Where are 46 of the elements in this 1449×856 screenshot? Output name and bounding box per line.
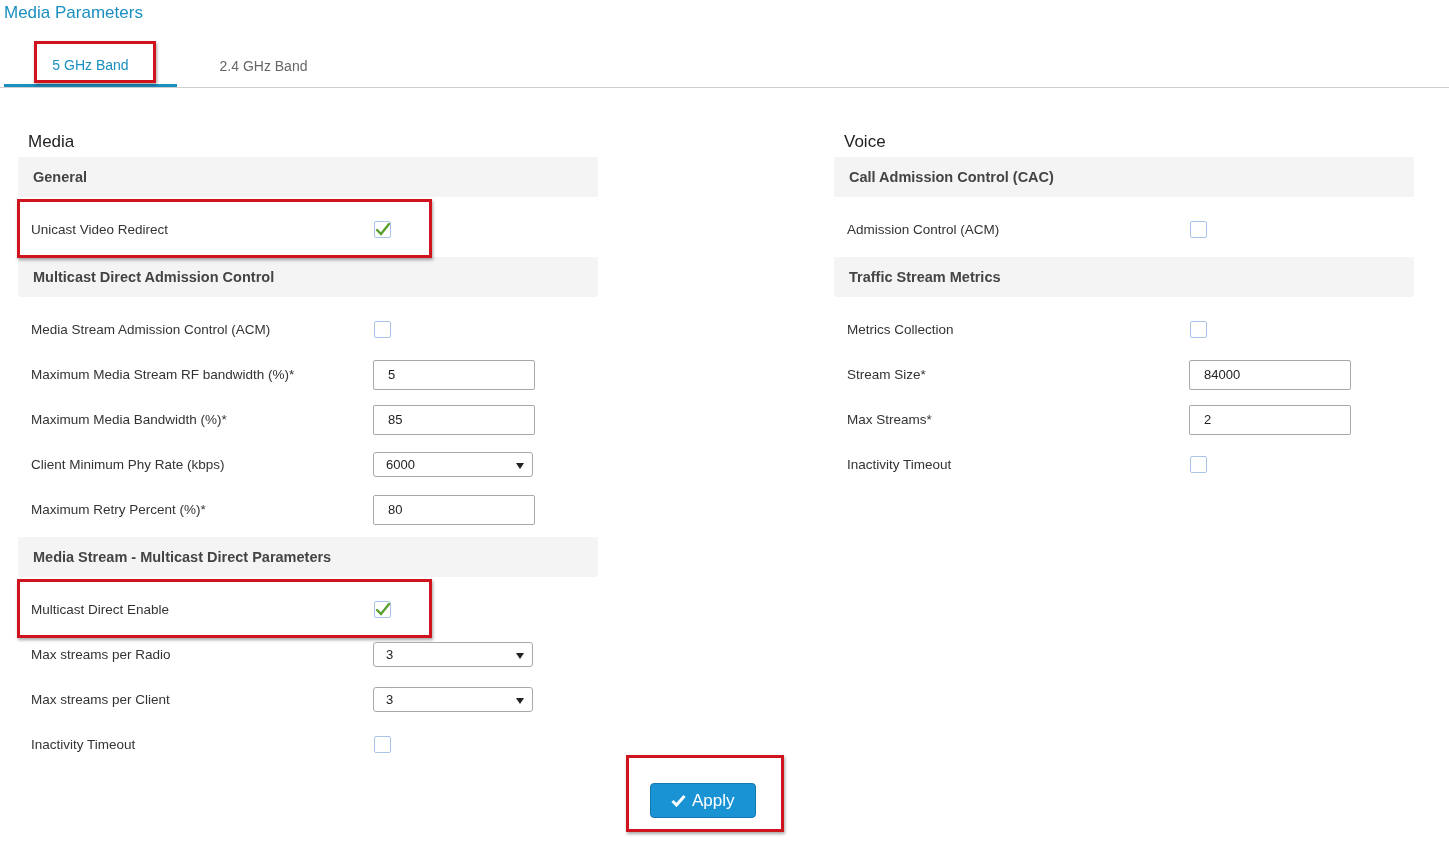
section-header: Traffic Stream Metrics [834,257,1414,297]
tab[interactable]: 5 GHz Band [4,45,177,87]
field-label: Multicast Direct Enable [30,602,171,617]
field-label: Maximum Media Bandwidth (%)* [30,412,228,427]
checkbox[interactable] [1190,321,1207,338]
caret-icon [516,698,524,704]
checkbox[interactable] [374,321,391,338]
field-label: Maximum Retry Percent (%)* [30,502,207,517]
checkbox[interactable] [374,221,391,238]
checkmark-icon [671,794,686,807]
tab[interactable]: 2.4 GHz Band [177,45,350,87]
checkbox[interactable] [374,601,391,618]
field-label: Inactivity Timeout [846,457,953,472]
field-label: Media Stream Admission Control (ACM) [30,322,272,337]
field-label: Unicast Video Redirect [30,222,170,237]
field-label: Inactivity Timeout [30,737,137,752]
section-header: Multicast Direct Admission Control [18,257,598,297]
caret-icon [516,463,524,469]
field-label: Max streams per Client [30,692,171,707]
field-label: Maximum Media Stream RF bandwidth (%)* [30,367,296,382]
dropdown[interactable]: 3 [373,642,533,667]
input-field[interactable]: 80 [373,494,535,525]
checkbox[interactable] [374,736,391,753]
input-field[interactable]: 85 [373,404,535,435]
checkbox[interactable] [1190,456,1207,473]
field-label: Admission Control (ACM) [846,222,1001,237]
page-title: Media Parameters [3,2,143,24]
checkbox[interactable] [1190,221,1207,238]
section-header: Call Admission Control (CAC) [834,157,1414,197]
input-field[interactable]: 2 [1189,404,1351,435]
section-header: Media Stream - Multicast Direct Parameters [18,537,598,577]
input-field[interactable]: 84000 [1189,359,1351,390]
caret-icon [516,653,524,659]
field-label: Max Streams* [846,412,933,427]
checkmark-icon [375,222,390,237]
input-field[interactable]: 5 [373,359,535,390]
section-title: Voice [843,132,886,153]
dropdown[interactable]: 6000 [373,452,533,477]
field-label: Stream Size* [846,367,927,382]
field-label: Metrics Collection [846,322,955,337]
section-title: Media [27,132,75,153]
checkmark-icon [375,602,390,617]
field-label: Max streams per Radio [30,647,172,662]
dropdown[interactable]: 3 [373,687,533,712]
section-header: General [18,157,598,197]
field-label: Client Minimum Phy Rate (kbps) [30,457,226,472]
